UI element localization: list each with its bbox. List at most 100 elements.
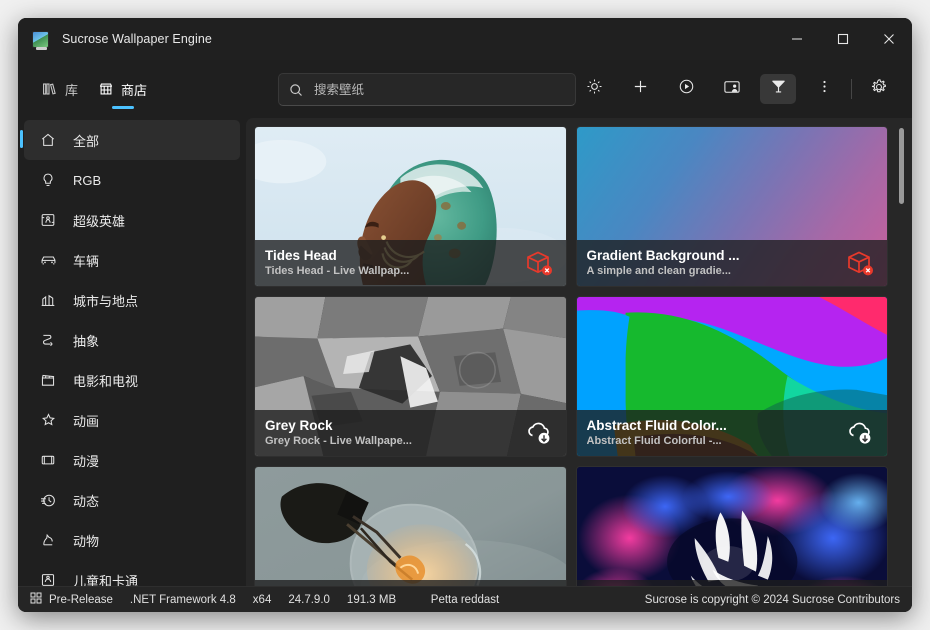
superhero-icon (38, 212, 58, 228)
three-dots-vertical-icon (816, 78, 833, 100)
sidebar-label: 车辆 (73, 253, 100, 269)
city-buildings-icon (38, 292, 58, 308)
card-subtitle: Abstract Fluid Colorful -... (586, 435, 722, 447)
sun-icon (586, 78, 603, 100)
tab-store-label: 商店 (121, 82, 148, 98)
window-title: Sucrose Wallpaper Engine (62, 32, 212, 46)
wallpaper-card[interactable]: Abstract Fluid Color... Abstract Fluid C… (575, 296, 888, 457)
toolbar-divider (851, 79, 852, 99)
lightbulb-terrarium (254, 467, 566, 586)
version-label: 24.7.9.0 (288, 593, 330, 606)
main-body: 全部 RGB 超级英雄 车辆 城市与地点 抽象 电影和电视 动画 动漫 动态 动… (18, 118, 912, 586)
card-overlay: ROG 2024 (576, 580, 887, 586)
card-title: Grey Rock (265, 418, 333, 433)
card-subtitle: A simple and clean gradie... (586, 265, 731, 277)
sidebar-label: 超级英雄 (73, 213, 126, 229)
animal-paw-icon (38, 532, 58, 548)
sidebar-item-rgb[interactable]: RGB (24, 160, 240, 200)
sidebar-label: 动物 (73, 533, 100, 549)
content-scrollbar[interactable] (896, 124, 906, 580)
card-subtitle: Tides Head - Live Wallpap... (265, 265, 410, 277)
brightness-button[interactable] (576, 74, 612, 104)
more-button[interactable] (806, 74, 842, 104)
search-box[interactable] (278, 73, 576, 106)
card-subtitle: Grey Rock - Live Wallpape... (265, 435, 412, 447)
sidebar-label: 城市与地点 (73, 293, 139, 309)
sidebar-label: 全部 (73, 133, 100, 149)
sidebar-item-kids-cartoon[interactable]: 儿童和卡通 (24, 560, 240, 586)
car-icon (38, 252, 58, 269)
release-label: Pre-Release (49, 593, 113, 606)
sidebar-item-animation[interactable]: 动画 (24, 400, 240, 440)
wallpaper-card[interactable]: Tides Head Tides Head - Live Wallpap... (254, 126, 567, 287)
library-books-icon (42, 81, 58, 97)
add-button[interactable] (622, 74, 658, 104)
sidebar-item-animals[interactable]: 动物 (24, 520, 240, 560)
app-window: Sucrose Wallpaper Engine 库 商店 搜索壁纸 全部 RG… (18, 18, 912, 612)
copyright-label: Sucrose is copyright © 2024 Sucrose Cont… (644, 593, 900, 606)
package-error-icon[interactable] (522, 248, 556, 278)
card-overlay: Bulb (255, 580, 566, 586)
architecture-label: x64 (252, 593, 272, 606)
tab-library-label: 库 (65, 82, 79, 98)
sidebar-item-cities-places[interactable]: 城市与地点 (24, 280, 240, 320)
status-bar-inner: Pre-Release .NET Framework 4.8 x64 24.7.… (30, 592, 900, 607)
kids-cartoon-icon (38, 572, 58, 586)
wallpaper-grid: Tides Head Tides Head - Live Wallpap... (246, 118, 912, 586)
cloud-download-icon[interactable] (843, 418, 877, 448)
monitor-person-icon (723, 78, 741, 101)
play-button[interactable] (668, 74, 704, 104)
card-text: Gradient Background ... A simple and cle… (587, 247, 844, 279)
bulb-icon (38, 172, 58, 188)
top-toolbar-row: 库 商店 (18, 60, 912, 118)
wallpaper-card[interactable]: Bulb (254, 466, 567, 586)
package-error-icon[interactable] (843, 248, 877, 278)
sidebar-item-motion[interactable]: 动态 (24, 480, 240, 520)
card-overlay: Gradient Background ... A simple and cle… (576, 240, 887, 286)
sidebar-item-anime[interactable]: 动漫 (24, 440, 240, 480)
card-overlay: Grey Rock Grey Rock - Live Wallpape... (255, 410, 566, 456)
sidebar-label: 动态 (73, 493, 100, 509)
search-input[interactable] (314, 82, 565, 97)
sidebar-item-vehicles[interactable]: 车辆 (24, 240, 240, 280)
store-content: Tides Head Tides Head - Live Wallpap... (246, 118, 912, 586)
minimize-icon[interactable] (774, 18, 820, 60)
plus-icon (632, 78, 649, 100)
sidebar-label: 电影和电视 (73, 373, 139, 389)
memory-label: 191.3 MB (346, 593, 397, 606)
cloud-download-icon[interactable] (522, 418, 556, 448)
tab-library[interactable]: 库 (32, 60, 88, 118)
wallpaper-monitor-icon (32, 30, 49, 50)
search-wrapper (278, 73, 576, 106)
wallpaper-card[interactable]: Gradient Background ... A simple and cle… (575, 126, 888, 287)
sidebar-item-movies-tv[interactable]: 电影和电视 (24, 360, 240, 400)
motion-speed-icon (38, 492, 58, 509)
close-icon[interactable] (866, 18, 912, 60)
maximize-icon[interactable] (820, 18, 866, 60)
sidebar-item-all[interactable]: 全部 (20, 120, 240, 160)
title-bar: Sucrose Wallpaper Engine (18, 18, 912, 60)
card-title: Gradient Background ... (586, 248, 740, 263)
settings-button[interactable] (861, 74, 897, 104)
framework-label: .NET Framework 4.8 (129, 593, 236, 606)
release-group: Pre-Release (30, 592, 113, 607)
tab-store[interactable]: 商店 (88, 60, 157, 118)
sidebar-item-superhero[interactable]: 超级英雄 (24, 200, 240, 240)
window-controls (774, 18, 912, 60)
sidebar-label: 抽象 (73, 333, 100, 349)
wallpaper-card[interactable]: ROG 2024 (575, 466, 888, 586)
display-button[interactable] (714, 74, 750, 104)
theme-button[interactable] (760, 74, 796, 104)
card-text: Abstract Fluid Color... Abstract Fluid C… (587, 417, 844, 449)
tab-bar: 库 商店 (32, 60, 157, 118)
play-circle-icon (678, 78, 695, 100)
home-icon (38, 132, 58, 148)
film-frame-icon (38, 452, 58, 468)
status-bar: Pre-Release .NET Framework 4.8 x64 24.7.… (18, 586, 912, 612)
scrollbar-thumb[interactable] (899, 128, 904, 204)
card-overlay: Tides Head Tides Head - Live Wallpap... (255, 240, 566, 286)
sidebar-item-abstract[interactable]: 抽象 (24, 320, 240, 360)
star-sparkle-icon (38, 412, 58, 429)
rog-neon-smoke (576, 467, 888, 586)
wallpaper-card[interactable]: Grey Rock Grey Rock - Live Wallpape... (254, 296, 567, 457)
